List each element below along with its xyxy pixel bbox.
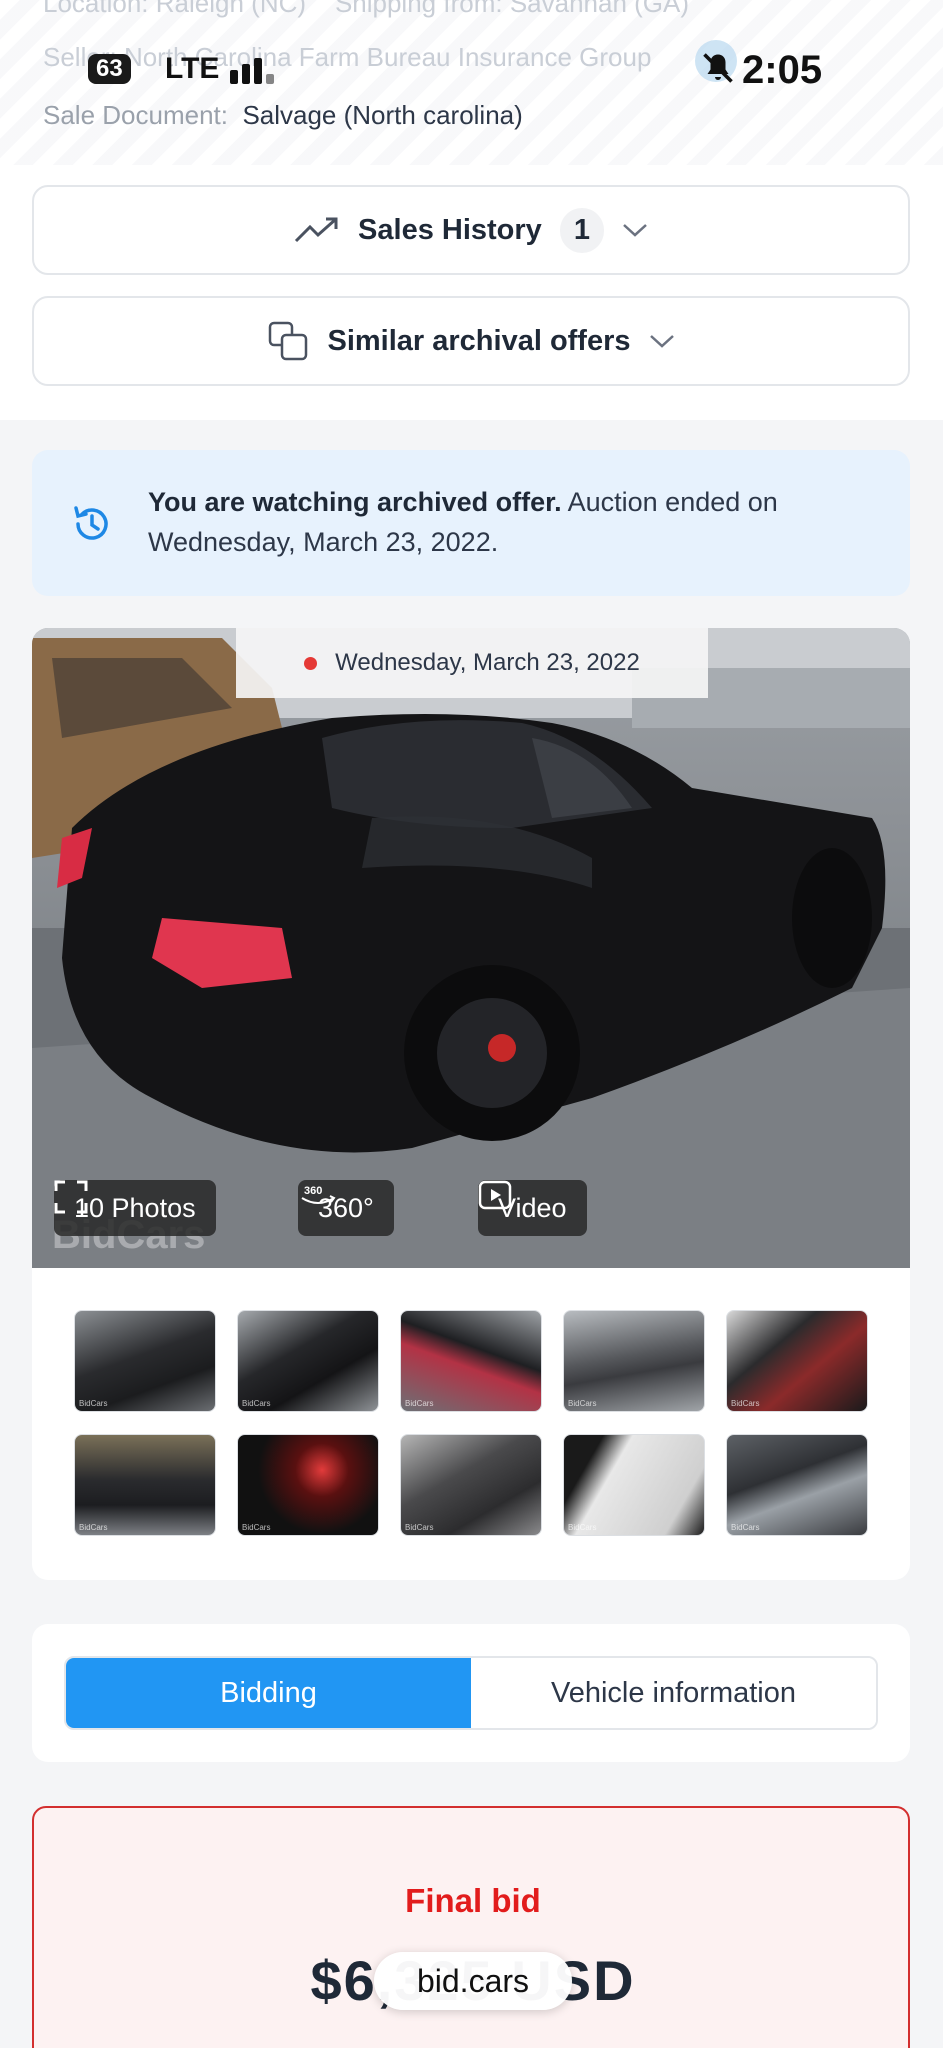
tab-bar: Bidding Vehicle information (64, 1656, 878, 1730)
auction-date-pill: Wednesday, March 23, 2022 (236, 628, 708, 698)
rotate-360-icon: 360 (301, 1185, 336, 1204)
browser-url-pill[interactable]: bid.cars (374, 1952, 572, 2010)
thumbnail[interactable]: BidCars (726, 1310, 868, 1412)
archived-notice-text: You are watching archived offer. Auction… (148, 482, 868, 562)
photos-button-label: 10 Photos (74, 1192, 196, 1223)
archived-offer-notice: You are watching archived offer. Auction… (32, 450, 910, 596)
shipping-label: Shipping from: (334, 0, 503, 18)
status-bar: 63 LTE 2:05 (0, 40, 943, 100)
tab-bidding[interactable]: Bidding (66, 1658, 471, 1728)
svg-text:360: 360 (304, 1185, 322, 1197)
tab-vehicle-information[interactable]: Vehicle information (471, 1658, 876, 1728)
location-line: Location: Raleigh (NC) Shipping from: Sa… (43, 0, 689, 19)
trending-up-icon (294, 217, 338, 243)
location-label: Location: (43, 0, 149, 18)
archived-notice-bold: You are watching archived offer. (148, 487, 562, 517)
thumb-tag: BidCars (405, 1523, 434, 1532)
thumb-tag: BidCars (242, 1523, 271, 1532)
copy-icon (269, 321, 308, 361)
sales-history-count: 1 (559, 207, 604, 253)
video-button[interactable]: Video (478, 1180, 587, 1236)
thumb-tag: BidCars (731, 1399, 760, 1408)
similar-offers-label: Similar archival offers (327, 324, 631, 357)
thumb-tag: BidCars (79, 1523, 108, 1532)
thumb-tag: BidCars (731, 1523, 760, 1532)
chevron-down-icon (623, 224, 647, 237)
photos-button[interactable]: 10 Photos (54, 1180, 216, 1236)
spin-360-button[interactable]: 360 360° (298, 1180, 394, 1236)
chevron-down-icon (649, 335, 674, 348)
play-icon (478, 1180, 512, 1210)
thumbnail[interactable]: BidCars (563, 1310, 705, 1412)
sales-history-label: Sales History (358, 213, 542, 246)
auction-date: Wednesday, March 23, 2022 (335, 649, 640, 676)
thumb-tag: BidCars (568, 1399, 597, 1408)
thumbnail-grid: BidCars BidCars BidCars BidCars BidCars … (74, 1310, 874, 1536)
tabs-card: Bidding Vehicle information (32, 1624, 910, 1762)
thumbnail[interactable]: BidCars (74, 1310, 216, 1412)
sales-history-toggle[interactable]: Sales History 1 (32, 185, 910, 275)
sale-document-label: Sale Document: (43, 100, 228, 130)
photo-gallery: Wednesday, March 23, 2022 BidCars 10 Pho… (32, 628, 910, 1580)
main-vehicle-photo[interactable]: Wednesday, March 23, 2022 BidCars 10 Pho… (32, 628, 910, 1268)
shipping-value: Savannah (GA) (509, 0, 690, 18)
status-dot (304, 656, 318, 670)
signal-badge: 63 (88, 54, 131, 84)
car-photo-illustration (32, 628, 910, 1268)
sale-document-line: Sale Document: Salvage (North carolina) (43, 100, 523, 131)
thumbnail[interactable]: BidCars (400, 1434, 542, 1536)
clock: 2:05 (742, 48, 823, 92)
thumbnail[interactable]: BidCars (400, 1310, 542, 1412)
thumb-tag: BidCars (79, 1399, 108, 1408)
bell-muted-icon (703, 53, 733, 83)
thumb-tag: BidCars (405, 1399, 434, 1408)
final-bid-label: Final bid (405, 1882, 541, 1919)
similar-offers-toggle[interactable]: Similar archival offers (32, 296, 910, 386)
fullscreen-icon (54, 1180, 88, 1214)
thumb-tag: BidCars (242, 1399, 271, 1408)
thumbnail[interactable]: BidCars (563, 1434, 705, 1536)
final-bid-card: Final bid $6,325 USD (32, 1806, 910, 2048)
sale-document-value: Salvage (North carolina) (242, 100, 523, 130)
network-type: LTE (165, 52, 220, 85)
lot-info-card: Location: Raleigh (NC) Shipping from: Sa… (0, 0, 943, 420)
thumbnail[interactable]: BidCars (237, 1434, 379, 1536)
history-icon (74, 506, 108, 540)
thumbnail[interactable]: BidCars (237, 1310, 379, 1412)
signal-bars-icon (230, 54, 280, 84)
location-value: Raleigh (NC) (155, 0, 307, 18)
thumbnail[interactable]: BidCars (726, 1434, 868, 1536)
thumbnail[interactable]: BidCars (74, 1434, 216, 1536)
thumb-tag: BidCars (568, 1523, 597, 1532)
